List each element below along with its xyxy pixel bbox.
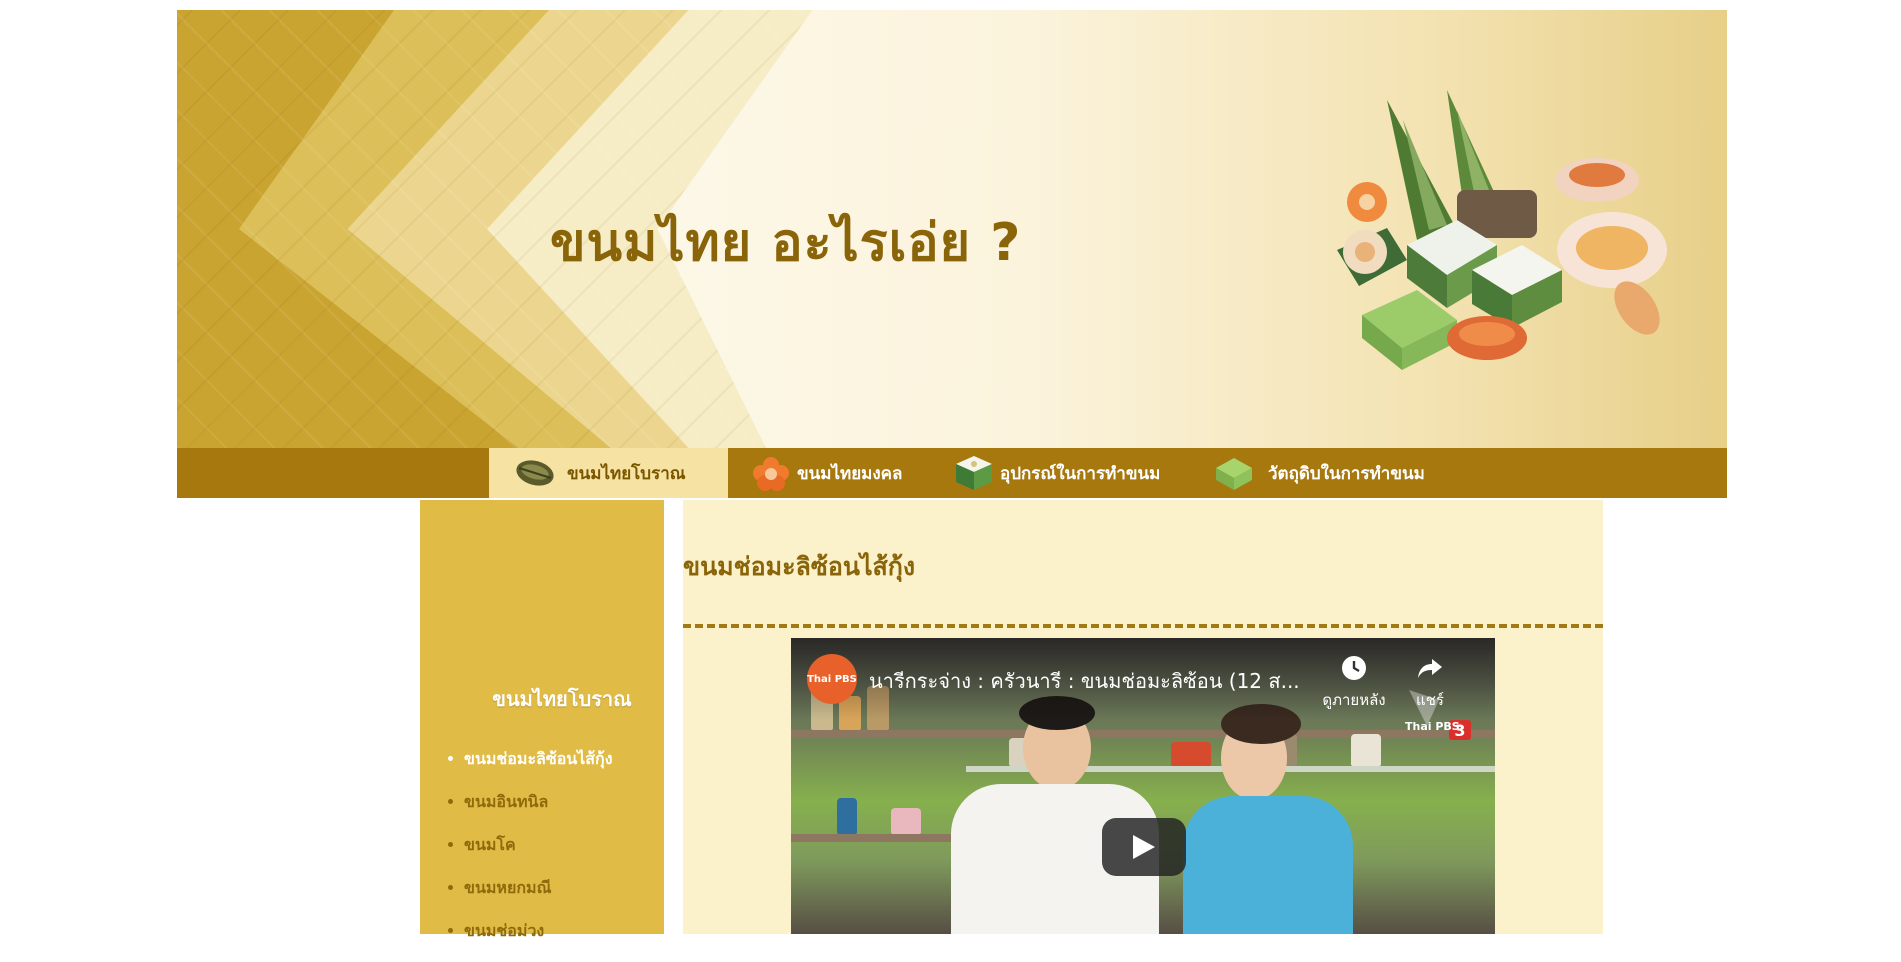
video-frame-person — [1183, 796, 1353, 934]
site-title: ขนมไทย อะไรเอ่ย ? — [550, 213, 1022, 273]
play-icon — [1133, 835, 1155, 859]
nav-item-ingredients[interactable]: วัตถุดิบในการทำขนม — [1212, 448, 1472, 498]
thai-desserts-illustration — [1337, 90, 1667, 370]
main-content: ขนมช่อมะลิซ้อนไส้กุ้ง Thai PBS นารีกระจ่… — [683, 500, 1603, 934]
sidebar-title: ขนมไทยโบราณ — [492, 687, 632, 711]
nav-item-traditional-desserts[interactable]: ขนมไทยโบราณ — [489, 448, 728, 498]
sidebar-item[interactable]: ขนมช่อมะลิซ้อนไส้กุ้ง — [448, 747, 613, 790]
article-title: ขนมช่อมะลิซ้อนไส้กุ้ง — [683, 552, 916, 581]
thai-pbs-logo-icon: 3 Thai PBS — [1405, 690, 1471, 740]
clock-icon — [1342, 656, 1366, 680]
green-layer-cake-icon — [1216, 458, 1252, 490]
video-frame-jar — [837, 798, 857, 834]
play-button[interactable] — [1102, 818, 1186, 876]
wrapped-dessert-icon — [516, 460, 554, 486]
video-frame-jar — [1351, 734, 1381, 766]
sidebar: ขนมไทยโบราณ ขนมช่อมะลิซ้อนไส้กุ้ง ขนมอิน… — [420, 500, 664, 940]
broadcaster-logo-text: Thai PBS — [1405, 720, 1460, 733]
nav-item-label: ขนมไทยมงคล — [797, 463, 903, 484]
video-title[interactable]: นารีกระจ่าง : ครัวนารี : ขนมช่อมะลิซ้อน … — [869, 665, 1309, 697]
video-frame-jar — [1171, 742, 1211, 766]
broadcaster-logo: 3 Thai PBS — [1399, 686, 1475, 742]
video-frame-shelf — [791, 834, 961, 842]
header-banner: ขนมไทย อะไรเอ่ย ? — [177, 10, 1727, 448]
nav-item-baking-tools[interactable]: อุปกรณ์ในการทำขนม — [952, 448, 1192, 498]
sidebar-item[interactable]: ขนมโค — [448, 833, 613, 876]
main-nav: ขนมไทยโบราณ ขนมไทยมงคล อุปกรณ์ในการทำขนม… — [177, 448, 1727, 498]
title-divider — [683, 624, 1603, 628]
nav-item-label: วัตถุดิบในการทำขนม — [1268, 463, 1425, 484]
flower-dessert-icon — [753, 457, 789, 491]
video-frame-jar — [891, 808, 921, 834]
sidebar-list: ขนมช่อมะลิซ้อนไส้กุ้ง ขนมอินทนิล ขนมโค ข… — [448, 747, 613, 962]
nav-item-label: ขนมไทยโบราณ — [567, 463, 686, 484]
sidebar-item[interactable]: ขนมอินทนิล — [448, 790, 613, 833]
sidebar-item[interactable]: ขนมหยกมณี — [448, 876, 613, 919]
nav-item-label: อุปกรณ์ในการทำขนม — [1000, 463, 1161, 484]
share-arrow-icon — [1418, 659, 1442, 678]
video-frame-shelf — [791, 730, 1495, 738]
pandan-cup-icon — [956, 456, 992, 490]
channel-avatar[interactable]: Thai PBS — [807, 654, 857, 704]
watch-later-label: ดูภายหลัง — [1322, 691, 1386, 709]
nav-item-auspicious-desserts[interactable]: ขนมไทยมงคล — [749, 448, 939, 498]
video-player[interactable]: Thai PBS นารีกระจ่าง : ครัวนารี : ขนมช่อ… — [791, 638, 1495, 934]
sidebar-item[interactable]: ขนมช่อม่วง — [448, 919, 613, 962]
